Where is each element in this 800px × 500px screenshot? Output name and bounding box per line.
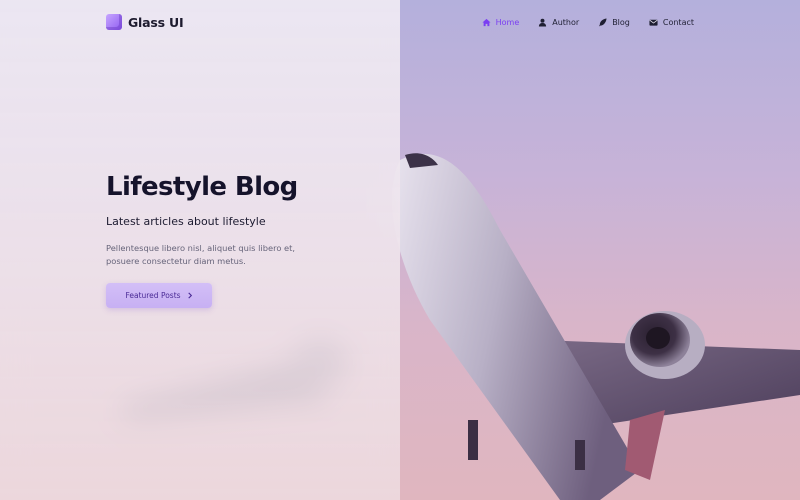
nav-label-blog: Blog <box>612 17 630 27</box>
nav-item-home[interactable]: Home <box>482 17 520 27</box>
nav-label-home: Home <box>495 17 520 27</box>
nav-label-contact: Contact <box>662 17 694 27</box>
brand-logo[interactable]: Glass UI <box>106 13 184 31</box>
nav-item-blog[interactable]: Blog <box>598 18 630 27</box>
page-subtitle: Latest articles about lifestyle <box>106 215 266 228</box>
nav-label-author: Author <box>552 17 580 27</box>
user-icon <box>539 18 547 27</box>
home-icon <box>482 18 491 26</box>
nav-item-contact[interactable]: Contact <box>649 18 694 27</box>
chevron-right-icon <box>187 292 192 299</box>
page-description: Pellentesque libero nisl, aliquet quis l… <box>106 243 296 266</box>
page-title: Lifestyle Blog <box>106 172 298 202</box>
brand-name: Glass UI <box>128 14 184 30</box>
feather-icon <box>599 17 607 27</box>
featured-posts-button[interactable]: Featured Posts <box>106 283 212 308</box>
main-nav: Home Author Blog Contact <box>482 14 694 30</box>
envelope-icon <box>649 19 658 26</box>
cube-icon <box>106 14 122 30</box>
nav-item-author[interactable]: Author <box>538 18 579 27</box>
featured-posts-label: Featured Posts <box>125 291 181 300</box>
